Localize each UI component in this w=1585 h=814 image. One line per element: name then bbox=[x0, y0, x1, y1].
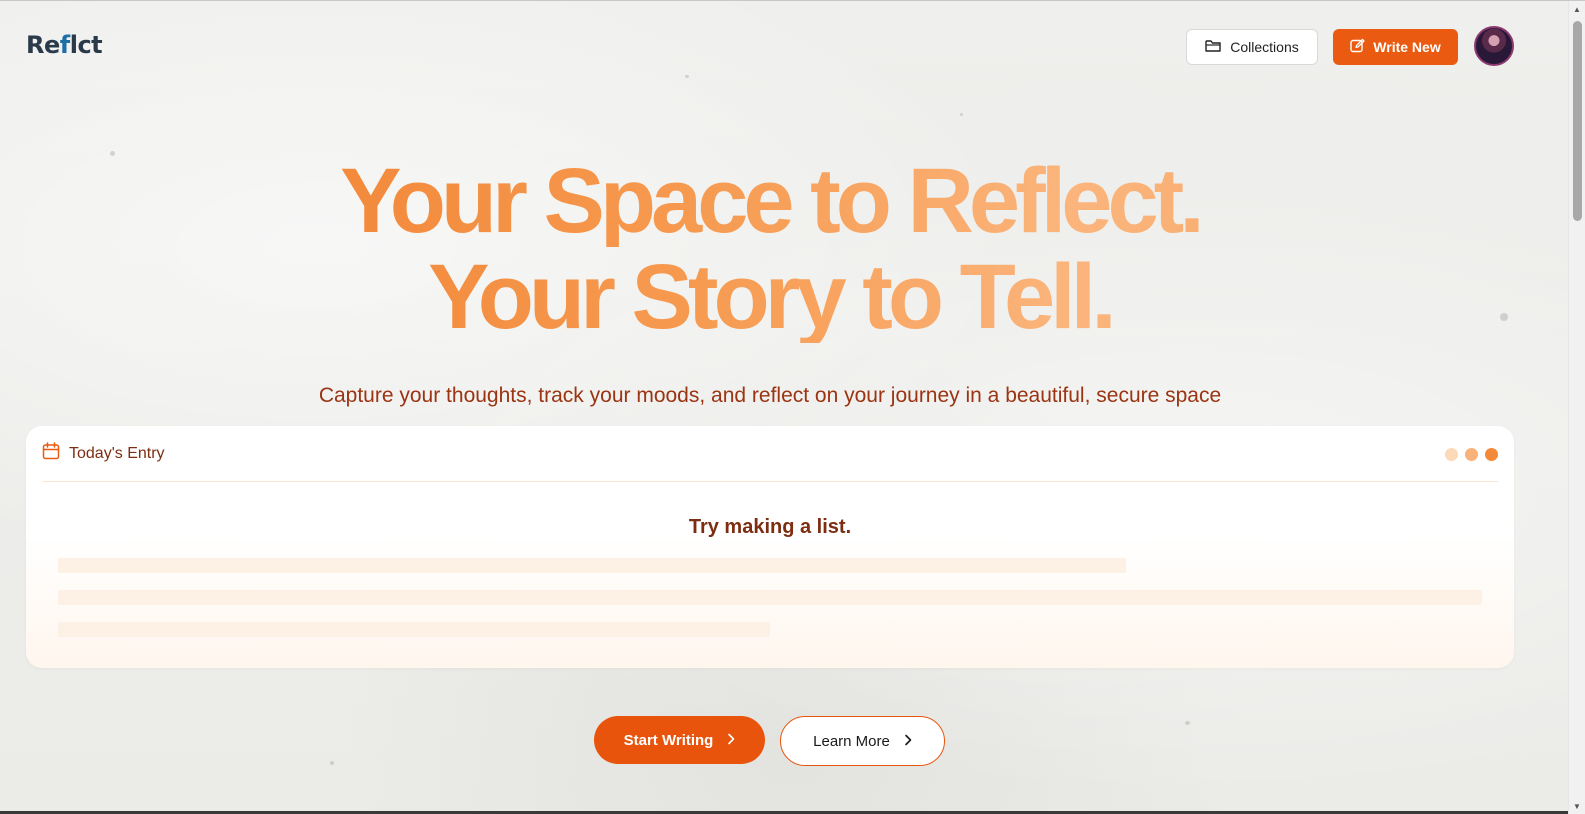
start-writing-label: Start Writing bbox=[623, 731, 714, 749]
dot-indicator bbox=[1465, 448, 1478, 461]
texture-speck bbox=[960, 113, 963, 116]
placeholder-line bbox=[58, 558, 1126, 573]
chevron-right-icon bbox=[904, 733, 912, 750]
hero-subtitle: Capture your thoughts, track your moods,… bbox=[318, 384, 1222, 407]
user-avatar[interactable] bbox=[1474, 26, 1514, 66]
start-writing-button[interactable]: Start Writing bbox=[594, 716, 765, 764]
learn-more-button[interactable]: Learn More bbox=[780, 716, 945, 766]
scroll-down-arrow-icon[interactable]: ▼ bbox=[1573, 802, 1581, 811]
texture-speck bbox=[1185, 721, 1190, 725]
hero-headline-line-1: Your Space to Reflect. bbox=[0, 155, 1540, 247]
dot-indicator bbox=[1485, 448, 1498, 461]
hero-headline-line-2: Your Story to Tell. bbox=[0, 251, 1540, 343]
placeholder-line bbox=[58, 590, 1482, 605]
logo-text-part: Re bbox=[26, 31, 60, 59]
folder-icon bbox=[1205, 39, 1221, 56]
app-logo[interactable]: Reflct bbox=[26, 31, 103, 59]
scrollbar-thumb[interactable] bbox=[1573, 21, 1582, 221]
logo-text-part: f bbox=[59, 31, 70, 59]
placeholder-line bbox=[58, 622, 770, 637]
card-title: Today's Entry bbox=[69, 444, 165, 462]
calendar-icon bbox=[42, 442, 60, 465]
texture-speck bbox=[685, 75, 689, 78]
chevron-right-icon bbox=[727, 732, 735, 749]
collections-button[interactable]: Collections bbox=[1186, 29, 1318, 65]
window-dots bbox=[1445, 448, 1498, 461]
writing-prompt: Try making a list. bbox=[688, 516, 852, 538]
edit-icon bbox=[1350, 38, 1365, 56]
write-new-label: Write New bbox=[1373, 39, 1441, 55]
scroll-up-arrow-icon[interactable]: ▲ bbox=[1573, 5, 1581, 14]
write-new-button[interactable]: Write New bbox=[1333, 29, 1458, 65]
texture-speck bbox=[330, 761, 334, 765]
dot-indicator bbox=[1445, 448, 1458, 461]
card-header: Today's Entry bbox=[42, 426, 1498, 482]
logo-text-part: lct bbox=[69, 31, 103, 59]
learn-more-label: Learn More bbox=[813, 732, 890, 750]
todays-entry-card[interactable]: Today's Entry Try making a list. bbox=[26, 426, 1514, 668]
page-scrollbar[interactable]: ▲ ▼ bbox=[1568, 1, 1585, 814]
collections-label: Collections bbox=[1230, 39, 1299, 55]
